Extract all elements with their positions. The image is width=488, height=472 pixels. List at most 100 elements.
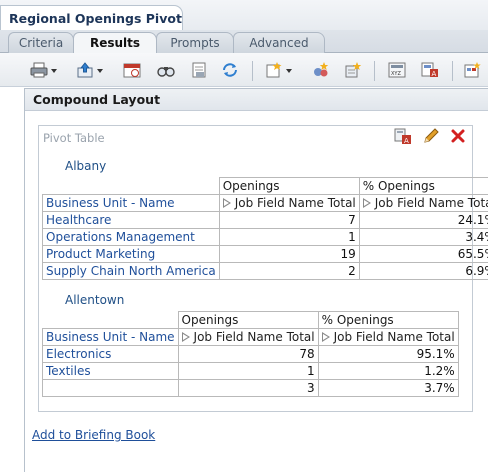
refresh-button[interactable] [221, 62, 239, 80]
pct-openings-value: 1.2% [317, 362, 459, 380]
row-header-business-unit[interactable]: Business Unit - Name [42, 328, 179, 346]
chevron-down-icon [51, 69, 57, 73]
table-row: Operations Management 1 3.4% [42, 228, 488, 246]
print-button[interactable] [30, 62, 57, 80]
chevron-down-icon [97, 69, 103, 73]
sub-header-label: Job Field Name Total [374, 196, 488, 210]
pct-openings-value: 95.1% [317, 345, 459, 363]
left-margin [0, 88, 24, 472]
openings-value: 19 [218, 245, 360, 263]
analysis-title: Regional Openings Pivot [9, 11, 182, 26]
preview-button[interactable] [157, 62, 175, 80]
openings-value: 3 [177, 379, 319, 397]
pct-openings-value: 24.1% [358, 211, 488, 229]
openings-value: 1 [177, 362, 319, 380]
table-row: Electronics 78 95.1% [42, 345, 459, 363]
pivot-table-albany: Openings % Openings Business Unit - Name… [42, 177, 488, 280]
openings-value: 7 [218, 211, 360, 229]
tab-prompts[interactable]: Prompts [156, 32, 234, 53]
export-button[interactable] [76, 61, 103, 81]
row-name[interactable]: Product Marketing [42, 245, 220, 263]
row-name[interactable]: Textiles [42, 362, 179, 380]
table-row: Openings % Openings [42, 177, 488, 195]
tab-bar: Criteria Results Prompts Advanced [0, 30, 488, 54]
new-group-icon [344, 61, 362, 81]
new-group-button[interactable] [344, 61, 362, 81]
schedule-icon [123, 62, 141, 81]
header-bar: Regional Openings Pivot [0, 0, 488, 31]
pct-openings-value: 3.7% [317, 379, 459, 397]
col-header-pct-openings: % Openings [358, 177, 488, 195]
view-actions: A [394, 127, 466, 148]
pivot-table-allentown: Openings % Openings Business Unit - Name… [42, 311, 459, 397]
col-header-openings: Openings [177, 311, 319, 329]
section-label-albany: Albany [65, 159, 107, 173]
row-name[interactable]: Electronics [42, 345, 179, 363]
table-row: Openings % Openings [42, 311, 459, 329]
sub-header-cell[interactable]: Job Field Name Total [317, 328, 459, 346]
svg-text:XYZ: XYZ [391, 71, 401, 77]
row-name[interactable]: Supply Chain North America [42, 262, 220, 280]
svg-text:A: A [404, 137, 409, 144]
print-icon [30, 62, 48, 81]
tab-advanced[interactable]: Advanced [233, 32, 325, 53]
col-header-openings: Openings [218, 177, 360, 195]
row-header-business-unit[interactable]: Business Unit - Name [42, 194, 220, 212]
new-view-button[interactable] [265, 61, 292, 81]
table-row: Healthcare 7 24.1% [42, 211, 488, 229]
tab-results[interactable]: Results [73, 32, 157, 54]
pct-openings-value: 65.5% [358, 245, 488, 263]
export-icon [76, 61, 94, 81]
sub-header-cell[interactable]: Job Field Name Total [177, 328, 319, 346]
table-row: Product Marketing 19 65.5% [42, 245, 488, 263]
toolbar: XYZ A [0, 53, 488, 87]
format-icon[interactable]: A [394, 128, 412, 147]
toolbar-divider [374, 61, 375, 81]
svg-text:A: A [432, 70, 437, 78]
new-calculated-item-button[interactable] [312, 61, 330, 80]
sub-header-label: Job Field Name Total [333, 330, 455, 344]
view-title: Pivot Table [43, 131, 105, 145]
properties-button[interactable] [464, 61, 482, 80]
tab-results-label: Results [89, 36, 141, 50]
sub-header-cell[interactable]: Job Field Name Total [218, 194, 360, 212]
expand-triangle-icon [181, 332, 190, 342]
table-row: Supply Chain North America 2 6.9% [42, 262, 488, 280]
expand-triangle-icon [222, 198, 231, 208]
schedule-button[interactable] [123, 62, 141, 80]
compound-layout-panel: Compound Layout Pivot Table A Albany Ope… [24, 88, 488, 472]
analysis-title-tab[interactable]: Regional Openings Pivot [0, 5, 183, 31]
add-to-briefing-book-link[interactable]: Add to Briefing Book [32, 428, 155, 442]
table-row: 3 3.7% [42, 379, 459, 397]
remove-icon[interactable] [450, 128, 466, 147]
corner-cell [42, 177, 220, 195]
pct-openings-value: 3.4% [358, 228, 488, 246]
refresh-icon [221, 62, 239, 81]
save-view-button[interactable]: A [421, 62, 439, 80]
table-row: Business Unit - Name Job Field Name Tota… [42, 328, 459, 346]
sub-header-cell[interactable]: Job Field Name Total [358, 194, 488, 212]
pivot-table-view: Pivot Table A Albany Openings % Openings… [38, 125, 488, 412]
row-name[interactable]: Operations Management [42, 228, 220, 246]
sub-header-label: Job Field Name Total [193, 330, 315, 344]
tab-advanced-label: Advanced [249, 36, 309, 50]
edit-layout-icon: XYZ [388, 62, 406, 81]
tab-criteria[interactable]: Criteria [8, 32, 74, 53]
table-row: Textiles 1 1.2% [42, 362, 459, 380]
row-name[interactable]: Healthcare [42, 211, 220, 229]
tab-criteria-label: Criteria [18, 36, 64, 50]
compound-layout-title: Compound Layout [33, 92, 161, 107]
preview-icon [157, 62, 175, 81]
panel-title: Compound Layout [25, 89, 488, 111]
tab-prompts-label: Prompts [170, 36, 220, 50]
openings-value: 78 [177, 345, 319, 363]
edit-layout-button[interactable]: XYZ [388, 62, 406, 80]
print-preview-button[interactable] [190, 62, 208, 80]
toolbar-divider [252, 61, 253, 81]
save-view-icon: A [421, 62, 439, 81]
new-view-icon [265, 61, 283, 81]
edit-icon[interactable] [422, 127, 440, 148]
row-name[interactable] [42, 379, 179, 397]
sub-header-label: Job Field Name Total [234, 196, 356, 210]
openings-value: 2 [218, 262, 360, 280]
